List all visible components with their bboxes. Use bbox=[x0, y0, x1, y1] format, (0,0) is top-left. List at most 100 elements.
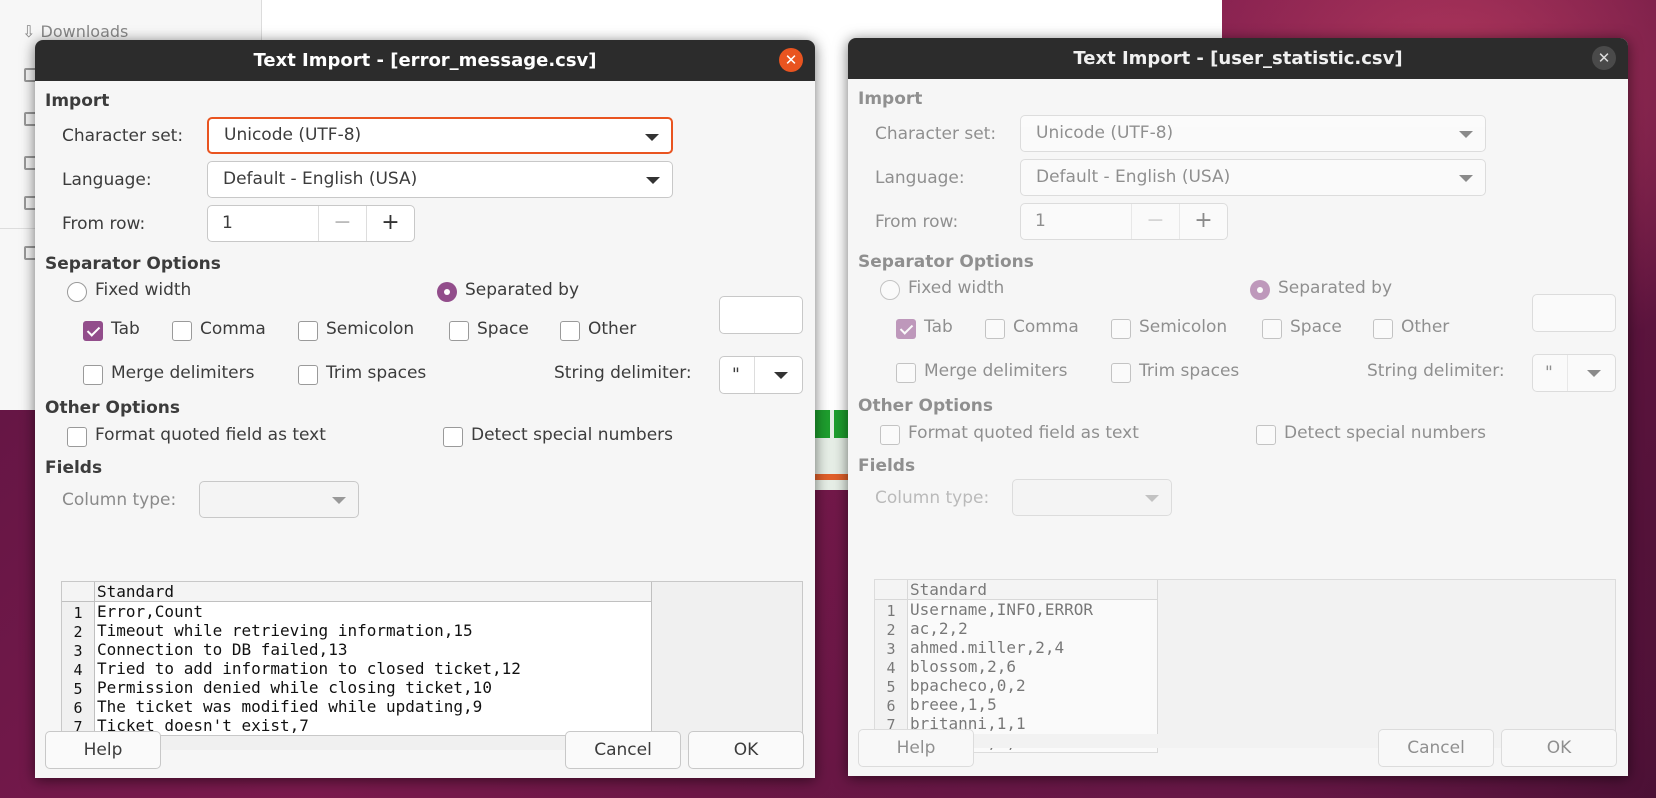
language-label: Language: bbox=[62, 170, 152, 190]
from-row-value: 1 bbox=[222, 213, 233, 233]
cancel-button[interactable]: Cancel bbox=[1378, 729, 1494, 767]
table-cell[interactable]: Connection to DB failed,13 bbox=[95, 640, 652, 660]
column-type-label: Column type: bbox=[62, 490, 177, 510]
grid-corner bbox=[62, 582, 95, 602]
space-checkbox[interactable] bbox=[1262, 319, 1282, 339]
fixed-width-radio[interactable] bbox=[67, 282, 87, 302]
from-row-stepper[interactable]: 1 − + bbox=[207, 205, 415, 242]
semicolon-checkbox[interactable] bbox=[1111, 319, 1131, 339]
semicolon-label: Semicolon bbox=[1139, 317, 1228, 337]
language-value: Default - English (USA) bbox=[1036, 167, 1231, 187]
detect-special-checkbox[interactable] bbox=[1256, 425, 1276, 445]
chevron-down-icon[interactable] bbox=[774, 372, 788, 379]
comma-checkbox[interactable] bbox=[172, 321, 192, 341]
row-number: 3 bbox=[62, 640, 95, 660]
plus-icon[interactable]: + bbox=[1179, 204, 1227, 239]
table-row[interactable]: 1 Username,INFO,ERROR bbox=[875, 600, 1158, 620]
string-delimiter-combo[interactable]: " bbox=[719, 356, 803, 394]
row-number: 4 bbox=[875, 657, 908, 677]
table-row[interactable]: 2 Timeout while retrieving information,15 bbox=[62, 621, 652, 641]
table-row[interactable]: 4 blossom,2,6 bbox=[875, 657, 1158, 677]
space-checkbox[interactable] bbox=[449, 321, 469, 341]
table-cell[interactable]: bpacheco,0,2 bbox=[908, 676, 1158, 696]
import-heading: Import bbox=[45, 91, 110, 111]
language-select[interactable]: Default - English (USA) bbox=[1020, 159, 1486, 196]
table-cell[interactable]: Tried to add information to closed ticke… bbox=[95, 659, 652, 679]
other-separator-input[interactable] bbox=[1532, 294, 1616, 332]
other-options-heading: Other Options bbox=[858, 396, 993, 416]
fixed-width-label: Fixed width bbox=[908, 278, 1005, 298]
merge-delimiters-checkbox[interactable] bbox=[896, 363, 916, 383]
charset-select[interactable]: Unicode (UTF-8) bbox=[1020, 115, 1486, 152]
table-cell[interactable]: Error,Count bbox=[95, 602, 652, 622]
charset-select[interactable]: Unicode (UTF-8) bbox=[207, 117, 673, 154]
table-row[interactable]: 4 Tried to add information to closed tick… bbox=[62, 659, 652, 679]
string-delimiter-label: String delimiter: bbox=[554, 363, 692, 383]
table-cell[interactable]: blossom,2,6 bbox=[908, 657, 1158, 677]
other-checkbox[interactable] bbox=[560, 321, 580, 341]
table-row[interactable]: 3 ahmed.miller,2,4 bbox=[875, 638, 1158, 658]
dialog-titlebar[interactable]: Text Import - [user_statistic.csv] ✕ bbox=[848, 38, 1628, 79]
chevron-down-icon[interactable] bbox=[1587, 370, 1601, 377]
comma-checkbox[interactable] bbox=[985, 319, 1005, 339]
column-header[interactable]: Standard bbox=[95, 582, 652, 602]
table-cell[interactable]: Username,INFO,ERROR bbox=[908, 600, 1158, 620]
tab-checkbox[interactable] bbox=[83, 321, 103, 341]
separated-by-radio[interactable] bbox=[1250, 280, 1270, 300]
data-preview-grid[interactable]: Standard 1 Username,INFO,ERROR 2 ac,2,2 3 ahm… bbox=[874, 579, 1616, 753]
detect-special-checkbox[interactable] bbox=[443, 427, 463, 447]
table-row[interactable]: 5 bpacheco,0,2 bbox=[875, 676, 1158, 696]
table-cell[interactable]: ac,2,2 bbox=[908, 619, 1158, 639]
ok-button[interactable]: OK bbox=[688, 731, 804, 769]
tab-checkbox[interactable] bbox=[896, 319, 916, 339]
help-button[interactable]: Help bbox=[858, 729, 974, 767]
from-row-stepper[interactable]: 1 − + bbox=[1020, 203, 1228, 240]
table-cell[interactable]: The ticket was modified while updating,9 bbox=[95, 697, 652, 717]
dialog-title: Text Import - [error_message.csv] bbox=[253, 50, 597, 71]
string-delimiter-combo[interactable]: " bbox=[1532, 354, 1616, 392]
other-separator-input[interactable] bbox=[719, 296, 803, 334]
minus-icon[interactable]: − bbox=[1131, 204, 1179, 239]
format-quoted-checkbox[interactable] bbox=[67, 427, 87, 447]
trim-spaces-checkbox[interactable] bbox=[1111, 363, 1131, 383]
column-type-select[interactable] bbox=[199, 481, 359, 518]
table-row[interactable]: 6 The ticket was modified while updating,… bbox=[62, 697, 652, 717]
table-cell[interactable]: Timeout while retrieving information,15 bbox=[95, 621, 652, 641]
help-button[interactable]: Help bbox=[45, 731, 161, 769]
plus-icon[interactable]: + bbox=[366, 206, 414, 241]
minus-icon[interactable]: − bbox=[318, 206, 366, 241]
close-icon[interactable]: ✕ bbox=[779, 48, 803, 72]
table-cell[interactable]: Permission denied while closing ticket,1… bbox=[95, 678, 652, 698]
table-row[interactable]: 1 Error,Count bbox=[62, 602, 652, 622]
other-options-heading: Other Options bbox=[45, 398, 180, 418]
semicolon-checkbox[interactable] bbox=[298, 321, 318, 341]
merge-delimiters-label: Merge delimiters bbox=[924, 361, 1068, 381]
chevron-down-icon bbox=[1459, 131, 1473, 138]
data-preview-grid[interactable]: Standard 1 Error,Count 2 Timeout while retr… bbox=[61, 581, 803, 750]
format-quoted-checkbox[interactable] bbox=[880, 425, 900, 445]
table-row[interactable]: 2 ac,2,2 bbox=[875, 619, 1158, 639]
separated-by-radio[interactable] bbox=[437, 282, 457, 302]
close-icon[interactable]: ✕ bbox=[1592, 46, 1616, 70]
other-checkbox[interactable] bbox=[1373, 319, 1393, 339]
table-cell[interactable]: breee,1,5 bbox=[908, 695, 1158, 715]
fixed-width-radio[interactable] bbox=[880, 280, 900, 300]
chevron-down-icon bbox=[1459, 175, 1473, 182]
column-type-select[interactable] bbox=[1012, 479, 1172, 516]
trim-spaces-label: Trim spaces bbox=[1139, 361, 1240, 381]
sidebar-item-downloads[interactable]: ⇩ Downloads bbox=[22, 22, 128, 41]
trim-spaces-checkbox[interactable] bbox=[298, 365, 318, 385]
language-label: Language: bbox=[875, 168, 965, 188]
dialog-titlebar[interactable]: Text Import - [error_message.csv] ✕ bbox=[35, 40, 815, 81]
merge-delimiters-checkbox[interactable] bbox=[83, 365, 103, 385]
language-select[interactable]: Default - English (USA) bbox=[207, 161, 673, 198]
table-row[interactable]: 5 Permission denied while closing ticket,… bbox=[62, 678, 652, 698]
cancel-button[interactable]: Cancel bbox=[565, 731, 681, 769]
ok-button[interactable]: OK bbox=[1501, 729, 1617, 767]
table-row[interactable]: 3 Connection to DB failed,13 bbox=[62, 640, 652, 660]
from-row-value: 1 bbox=[1035, 211, 1046, 231]
column-header[interactable]: Standard bbox=[908, 580, 1158, 600]
text-import-dialog: Text Import - [user_statistic.csv] ✕ Imp… bbox=[848, 38, 1628, 776]
table-row[interactable]: 6 breee,1,5 bbox=[875, 695, 1158, 715]
table-cell[interactable]: ahmed.miller,2,4 bbox=[908, 638, 1158, 658]
